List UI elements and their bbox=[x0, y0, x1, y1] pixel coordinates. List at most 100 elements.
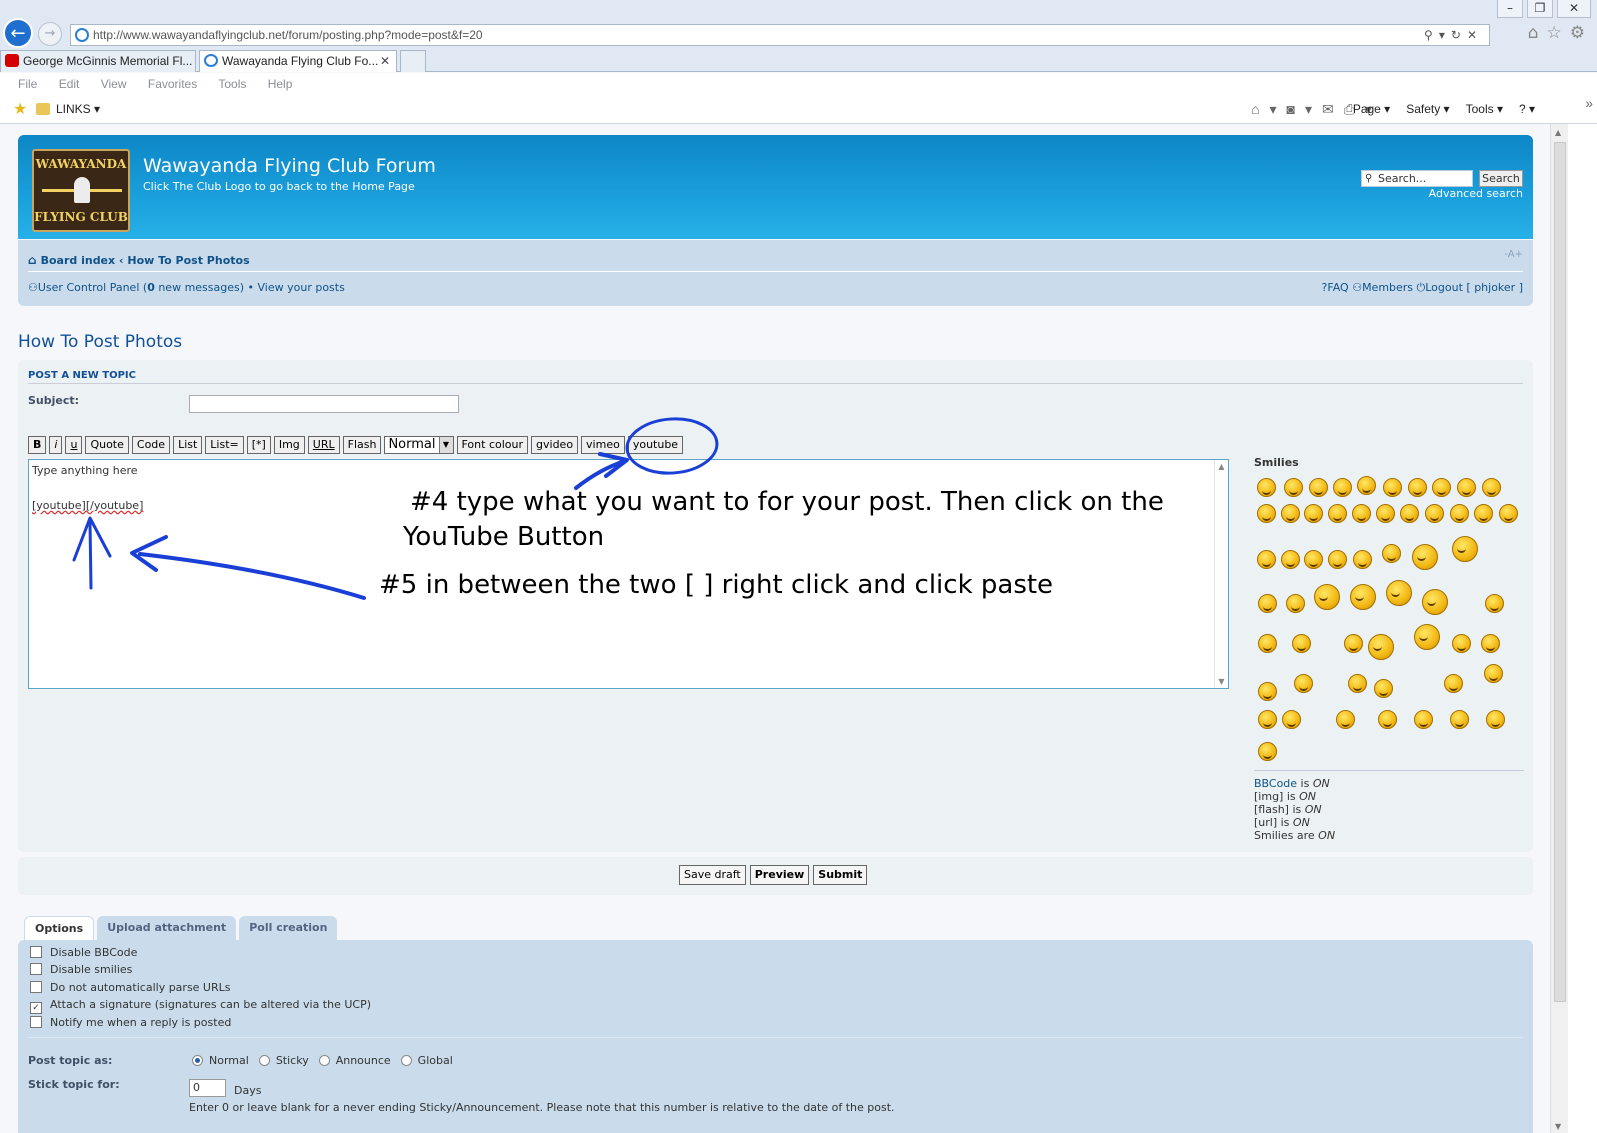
textarea-scrollbar[interactable]: ▲ ▼ bbox=[1214, 460, 1228, 688]
smiley-icon[interactable] bbox=[1257, 478, 1276, 497]
back-button[interactable]: ← bbox=[3, 18, 33, 48]
advanced-search-link[interactable]: Advanced search bbox=[1429, 187, 1523, 200]
smiley-icon[interactable] bbox=[1412, 544, 1438, 570]
url-button[interactable]: URL bbox=[307, 436, 340, 454]
breadcrumb-forum[interactable]: How To Post Photos bbox=[127, 254, 249, 267]
chevron-right-icon[interactable]: » bbox=[1585, 89, 1593, 118]
logout-link[interactable]: Logout [ phjoker ] bbox=[1425, 281, 1523, 294]
smiley-icon[interactable] bbox=[1432, 478, 1451, 497]
smiley-icon[interactable] bbox=[1282, 710, 1301, 729]
smiley-icon[interactable] bbox=[1304, 550, 1323, 569]
members-link[interactable]: Members bbox=[1362, 281, 1413, 294]
tab-poll-creation[interactable]: Poll creation bbox=[239, 916, 338, 940]
checkbox-checked[interactable]: ✓ bbox=[30, 1002, 42, 1014]
radio-sticky[interactable]: Sticky bbox=[258, 1054, 309, 1067]
smiley-icon[interactable] bbox=[1408, 478, 1427, 497]
smiley-icon[interactable] bbox=[1425, 504, 1444, 523]
radio-global[interactable]: Global bbox=[400, 1054, 453, 1067]
radio-button[interactable] bbox=[258, 1055, 270, 1066]
bbcode-link[interactable]: BBCode bbox=[1254, 777, 1297, 790]
smiley-icon[interactable] bbox=[1486, 710, 1505, 729]
checkbox[interactable] bbox=[30, 963, 42, 975]
option-attach-signature[interactable]: ✓ Attach a signature (signatures can be a… bbox=[30, 998, 371, 1014]
close-tab-icon[interactable]: ✕ bbox=[380, 51, 390, 71]
smiley-icon[interactable] bbox=[1482, 478, 1501, 497]
smiley-icon[interactable] bbox=[1286, 594, 1305, 613]
checkbox[interactable] bbox=[30, 981, 42, 993]
smiley-icon[interactable] bbox=[1281, 504, 1300, 523]
menu-tools[interactable]: Tools bbox=[218, 77, 246, 91]
underline-button[interactable]: u bbox=[65, 436, 83, 454]
gvideo-button[interactable]: gvideo bbox=[531, 436, 579, 454]
option-disable-bbcode[interactable]: Disable BBCode bbox=[30, 946, 137, 959]
safety-menu[interactable]: Safety ▾ bbox=[1406, 95, 1449, 124]
smiley-icon[interactable] bbox=[1382, 544, 1401, 563]
preview-button[interactable]: Preview bbox=[749, 865, 810, 885]
submit-button[interactable]: Submit bbox=[813, 865, 868, 885]
view-your-posts-link[interactable]: View your posts bbox=[258, 281, 345, 294]
smiley-icon[interactable] bbox=[1376, 504, 1395, 523]
smiley-icon[interactable] bbox=[1378, 710, 1397, 729]
smiley-icon[interactable] bbox=[1450, 710, 1469, 729]
faq-link[interactable]: FAQ bbox=[1327, 281, 1348, 294]
favorites-links-folder[interactable]: LINKS ▾ bbox=[56, 95, 100, 124]
list-button[interactable]: List bbox=[173, 436, 203, 454]
option-disable-smilies[interactable]: Disable smilies bbox=[30, 963, 132, 976]
tab-upload-attachment[interactable]: Upload attachment bbox=[97, 916, 237, 940]
flash-button[interactable]: Flash bbox=[342, 436, 382, 454]
smiley-icon[interactable] bbox=[1452, 536, 1478, 562]
radio-button[interactable] bbox=[192, 1055, 203, 1066]
smiley-icon[interactable] bbox=[1485, 594, 1504, 613]
vimeo-button[interactable]: vimeo bbox=[581, 436, 625, 454]
mail-icon[interactable]: ✉ bbox=[1322, 101, 1344, 117]
smiley-icon[interactable] bbox=[1374, 679, 1393, 698]
smiley-icon[interactable] bbox=[1350, 584, 1376, 610]
quote-button[interactable]: Quote bbox=[85, 436, 129, 454]
smiley-icon[interactable] bbox=[1309, 478, 1328, 497]
tab-wawayanda-forum[interactable]: Wawayanda Flying Club Fo... ✕ bbox=[199, 50, 397, 72]
smiley-icon[interactable] bbox=[1344, 634, 1363, 653]
smiley-icon[interactable] bbox=[1257, 550, 1276, 569]
smiley-icon[interactable] bbox=[1292, 634, 1311, 653]
page-scrollbar[interactable]: ▲ ▼ bbox=[1550, 124, 1568, 1133]
list-item-button[interactable]: [*] bbox=[246, 436, 271, 454]
smiley-icon[interactable] bbox=[1457, 478, 1476, 497]
smiley-icon[interactable] bbox=[1368, 634, 1394, 660]
breadcrumb-board-index[interactable]: Board index bbox=[41, 254, 116, 267]
list-ordered-button[interactable]: List= bbox=[205, 436, 244, 454]
radio-button[interactable] bbox=[400, 1055, 412, 1066]
smiley-icon[interactable] bbox=[1352, 504, 1371, 523]
youtube-button[interactable]: youtube bbox=[627, 436, 684, 454]
smiley-icon[interactable] bbox=[1257, 504, 1276, 523]
smiley-icon[interactable] bbox=[1474, 504, 1493, 523]
close-window-button[interactable]: ✕ bbox=[1557, 0, 1591, 18]
radio-announce[interactable]: Announce bbox=[318, 1054, 391, 1067]
code-button[interactable]: Code bbox=[131, 436, 171, 454]
italic-button[interactable]: i bbox=[49, 436, 63, 454]
font-colour-button[interactable]: Font colour bbox=[456, 436, 529, 454]
img-button[interactable]: Img bbox=[273, 436, 305, 454]
gear-icon[interactable]: ⚙ bbox=[1570, 23, 1593, 43]
smiley-icon[interactable] bbox=[1450, 504, 1469, 523]
smiley-icon[interactable] bbox=[1414, 710, 1433, 729]
favorites-star-icon[interactable]: ★ bbox=[13, 95, 27, 124]
font-size-toggle[interactable]: -A+ bbox=[1504, 249, 1523, 260]
smiley-icon[interactable] bbox=[1284, 478, 1303, 497]
option-no-parse-urls[interactable]: Do not automatically parse URLs bbox=[30, 981, 231, 994]
smiley-icon[interactable] bbox=[1304, 504, 1323, 523]
smiley-icon[interactable] bbox=[1258, 682, 1277, 701]
smiley-icon[interactable] bbox=[1499, 504, 1518, 523]
smiley-icon[interactable] bbox=[1328, 504, 1347, 523]
tab-options[interactable]: Options bbox=[24, 916, 95, 940]
address-bar[interactable]: http://www.wawayandaflyingclub.net/forum… bbox=[70, 24, 1490, 46]
smiley-icon[interactable] bbox=[1294, 674, 1313, 693]
font-size-select[interactable]: Normal ▼ bbox=[384, 436, 454, 454]
rss-icon[interactable]: ◙▾ bbox=[1287, 101, 1322, 117]
smiley-icon[interactable] bbox=[1336, 710, 1355, 729]
new-tab-button[interactable] bbox=[400, 50, 426, 72]
menu-file[interactable]: File bbox=[18, 77, 37, 91]
search-button[interactable]: Search bbox=[1479, 170, 1523, 187]
smiley-icon[interactable] bbox=[1414, 624, 1440, 650]
home-icon[interactable]: ⌂ bbox=[1528, 23, 1547, 43]
home-icon[interactable]: ⌂▾ bbox=[1251, 101, 1286, 117]
